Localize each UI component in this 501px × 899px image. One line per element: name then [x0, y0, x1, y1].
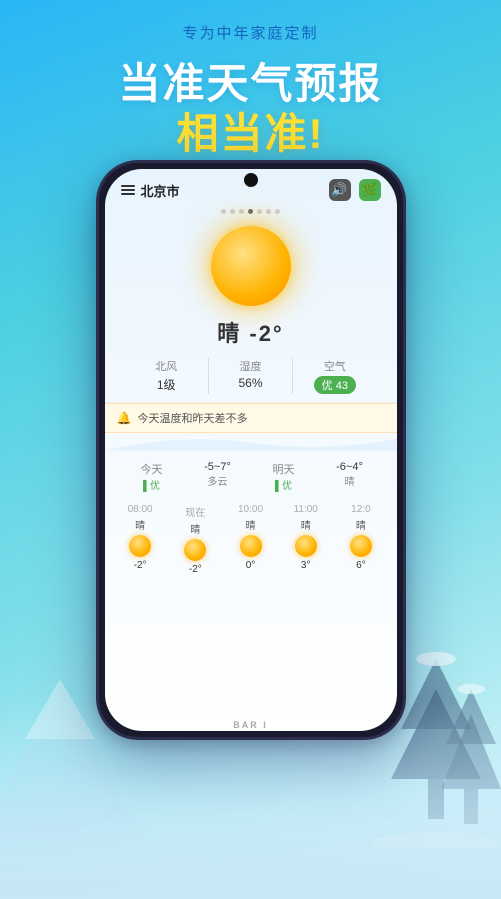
wind-stat: 北风 1级	[125, 358, 209, 394]
air-badge: 优 43	[293, 376, 376, 394]
stats-row: 北风 1级 湿度 56% 空气 优 43	[105, 354, 397, 403]
air-stat: 空气 优 43	[293, 358, 376, 394]
leaf-icon[interactable]: 🌿	[359, 179, 381, 201]
hourly-now-icon	[184, 539, 206, 561]
sun-container	[105, 216, 397, 312]
hourly-1100-icon	[295, 535, 317, 557]
dot-1	[221, 209, 226, 214]
hourly-row: 08:00 晴 -2° 现在 晴 -2° 10:00 晴 0° 11:00 晴	[105, 498, 397, 575]
humidity-value: 56%	[209, 376, 292, 390]
humidity-stat: 湿度 56%	[209, 358, 293, 394]
forecast-tomorrow: 明天 ▌优	[251, 461, 317, 492]
wave-divider	[105, 433, 397, 451]
sun-icon	[211, 226, 291, 306]
dot-3	[239, 209, 244, 214]
hourly-0800-time: 08:00	[113, 504, 168, 515]
alert-text: 今天温度和昨天差不多	[137, 410, 247, 426]
forecast-today-quality: ▌优	[119, 477, 185, 492]
forecast-row: 今天 ▌优 -5~7° 多云 明天 ▌优 -6~4° 晴	[105, 451, 397, 498]
dot-2	[230, 209, 235, 214]
forecast-today: 今天 ▌优	[119, 461, 185, 492]
headline-2: 相当准!	[0, 100, 501, 161]
dot-6	[266, 209, 271, 214]
hourly-1200-label: 晴	[333, 517, 388, 532]
forecast-today-temp: -5~7° 多云	[185, 461, 251, 488]
hourly-0800: 08:00 晴 -2°	[113, 504, 168, 575]
hourly-1000: 10:00 晴 0°	[223, 504, 278, 575]
hourly-1200-temp: 6°	[333, 560, 388, 571]
hourly-1200-time: 12:0	[333, 504, 388, 515]
hourly-now-label: 晴	[168, 521, 223, 536]
hourly-0800-label: 晴	[113, 517, 168, 532]
forecast-tomorrow-temp: -6~4°	[317, 461, 383, 473]
subtitle: 专为中年家庭定制	[0, 22, 501, 43]
wind-value: 1级	[125, 376, 208, 393]
dot-7	[275, 209, 280, 214]
hourly-0800-icon	[129, 535, 151, 557]
alert-bar: 🔔 今天温度和昨天差不多	[105, 403, 397, 433]
phone-screen: 北京市 🔊 🌿 晴 -2° 北风 1级	[105, 169, 397, 731]
bar-indicator: BAR I	[233, 720, 268, 730]
hourly-now-time: 现在	[168, 504, 223, 519]
humidity-label: 湿度	[209, 358, 292, 374]
hourly-1000-icon	[240, 535, 262, 557]
hourly-now: 现在 晴 -2°	[168, 504, 223, 575]
phone-mockup: 北京市 🔊 🌿 晴 -2° 北风 1级	[96, 160, 406, 740]
hourly-0800-temp: -2°	[113, 560, 168, 571]
hourly-1000-label: 晴	[223, 517, 278, 532]
dot-4-active	[248, 209, 253, 214]
air-quality-badge: 优 43	[314, 376, 356, 394]
dot-5	[257, 209, 262, 214]
hourly-1000-temp: 0°	[223, 560, 278, 571]
forecast-tomorrow-quality: ▌优	[251, 477, 317, 492]
forecast-today-temp-value: -5~7°	[185, 461, 251, 473]
hourly-1000-time: 10:00	[223, 504, 278, 515]
status-icons: 🔊 🌿	[329, 179, 381, 201]
forecast-today-desc: 多云	[185, 473, 251, 488]
city-name: 北京市	[141, 181, 329, 200]
phone-camera	[244, 173, 258, 187]
wind-label: 北风	[125, 358, 208, 374]
hourly-1100-temp: 3°	[278, 560, 333, 571]
air-label: 空气	[293, 358, 376, 374]
hourly-now-temp: -2°	[168, 564, 223, 575]
weather-main: 晴 -2°	[105, 312, 397, 354]
forecast-today-label: 今天	[119, 461, 185, 477]
forecast-tomorrow-right: -6~4° 晴	[317, 461, 383, 488]
hourly-1100: 11:00 晴 3°	[278, 504, 333, 575]
page-dots	[105, 205, 397, 216]
menu-icon[interactable]	[121, 185, 135, 195]
sound-icon[interactable]: 🔊	[329, 179, 351, 201]
hourly-1200-icon	[350, 535, 372, 557]
hourly-1100-label: 晴	[278, 517, 333, 532]
forecast-tomorrow-desc: 晴	[317, 473, 383, 488]
hourly-1200: 12:0 晴 6°	[333, 504, 388, 575]
forecast-tomorrow-label: 明天	[251, 461, 317, 477]
hourly-1100-time: 11:00	[278, 504, 333, 515]
bell-icon: 🔔	[117, 411, 132, 425]
